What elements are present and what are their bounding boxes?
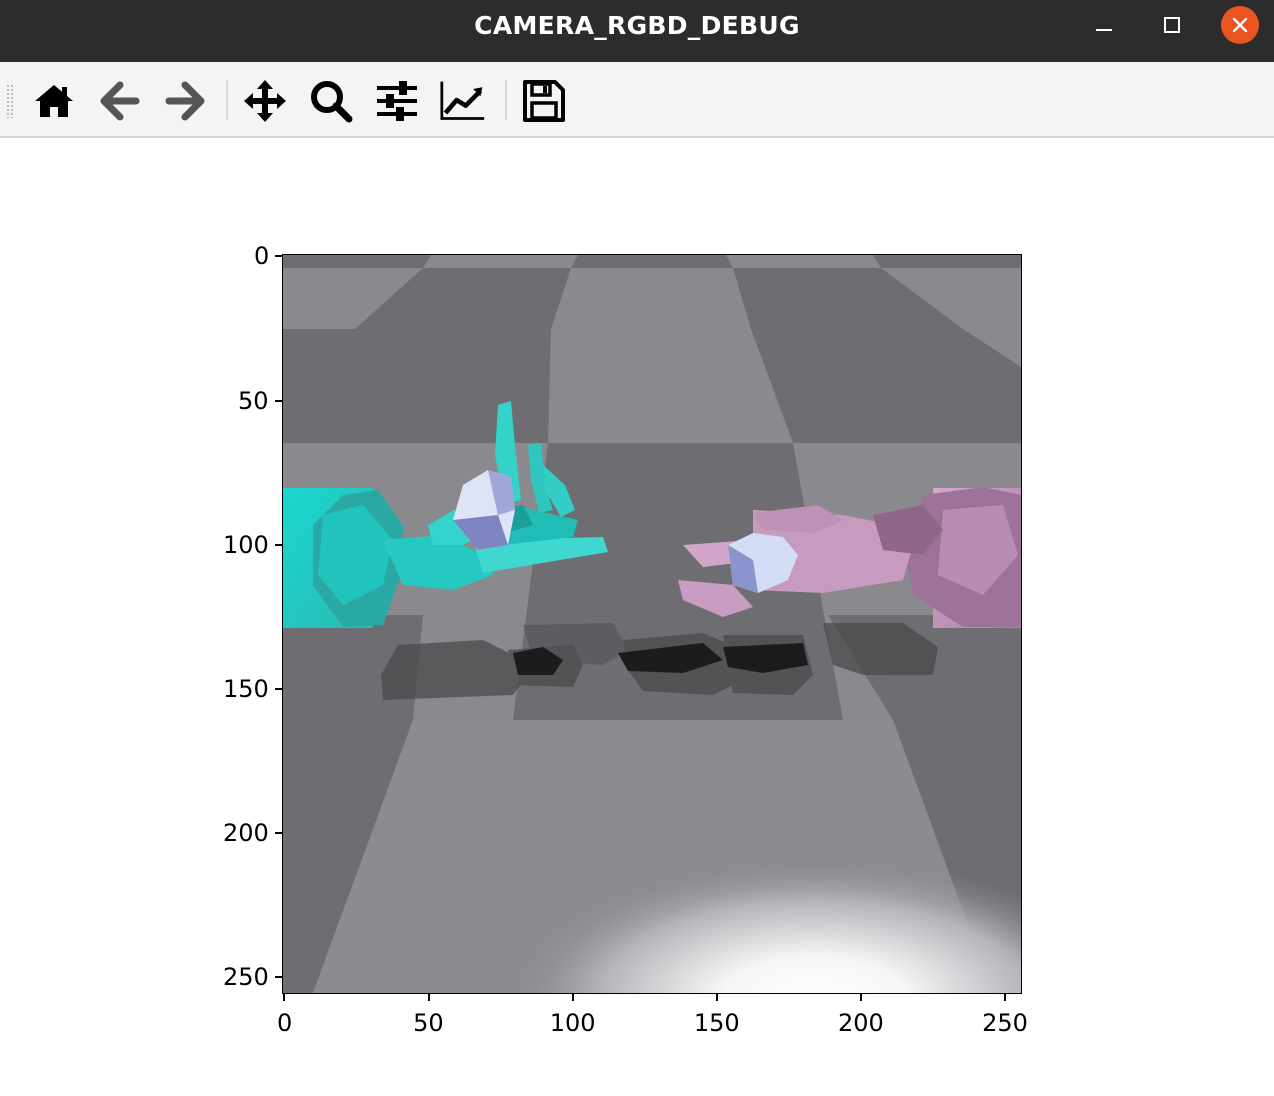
y-tick-mark (275, 399, 283, 402)
x-tick-label: 50 (413, 1009, 444, 1037)
home-button[interactable] (31, 78, 77, 124)
zoom-button[interactable] (308, 78, 354, 124)
arrow-right-icon (165, 81, 205, 121)
y-tick-label: 50 (238, 386, 269, 415)
x-tick-mark (860, 993, 862, 1001)
y-tick-label: 200 (223, 819, 269, 847)
x-tick-label: 100 (549, 1009, 596, 1037)
y-tick-mark (275, 976, 283, 979)
y-tick-mark (275, 255, 283, 258)
forward-button[interactable] (162, 78, 208, 124)
x-tick-mark (283, 993, 286, 1001)
y-tick-mark (275, 687, 283, 690)
x-tick-mark (571, 993, 574, 1001)
y-tick-label: 100 (223, 530, 269, 559)
x-tick-mark (715, 993, 718, 1001)
x-tick-label: 150 (693, 1009, 740, 1037)
close-button[interactable] (1221, 6, 1259, 44)
y-tick-label: 250 (223, 963, 269, 992)
magnifier-icon (311, 81, 353, 123)
x-tick-label: 250 (982, 1009, 1028, 1037)
minimize-button[interactable] (1085, 6, 1123, 44)
close-icon (1232, 17, 1248, 33)
floppy-disk-icon (523, 80, 565, 122)
y-tick-mark (275, 543, 283, 546)
x-tick-label: 0 (276, 1009, 293, 1037)
toolbar-separator (226, 80, 228, 120)
configure-subplots-button[interactable] (374, 78, 420, 124)
camera-rgbd-image (283, 255, 1021, 993)
line-chart-icon (440, 81, 485, 120)
move-icon (244, 80, 286, 122)
maximize-button[interactable] (1153, 6, 1191, 44)
minimize-icon (1096, 29, 1112, 31)
arrow-left-icon (100, 81, 140, 121)
save-button[interactable] (521, 78, 567, 124)
home-icon (35, 85, 73, 117)
x-tick-label: 200 (838, 1009, 884, 1037)
y-tick-label: 0 (254, 242, 270, 271)
sliders-icon (377, 81, 417, 121)
window-title: CAMERA_RGBD_DEBUG (474, 11, 800, 40)
navigation-toolbar (0, 62, 1274, 138)
y-tick-mark (275, 832, 283, 834)
toolbar-grip[interactable] (6, 84, 14, 118)
x-tick-mark (1004, 993, 1007, 1001)
toolbar-separator (505, 80, 507, 120)
y-tick-label: 150 (223, 674, 269, 703)
edit-axes-button[interactable] (440, 78, 486, 124)
window-titlebar: CAMERA_RGBD_DEBUG (0, 0, 1274, 62)
camera-image-axes[interactable] (283, 255, 1021, 993)
maximize-icon (1164, 17, 1180, 33)
pan-button[interactable] (242, 78, 288, 124)
x-tick-mark (427, 993, 430, 1001)
back-button[interactable] (97, 78, 143, 124)
